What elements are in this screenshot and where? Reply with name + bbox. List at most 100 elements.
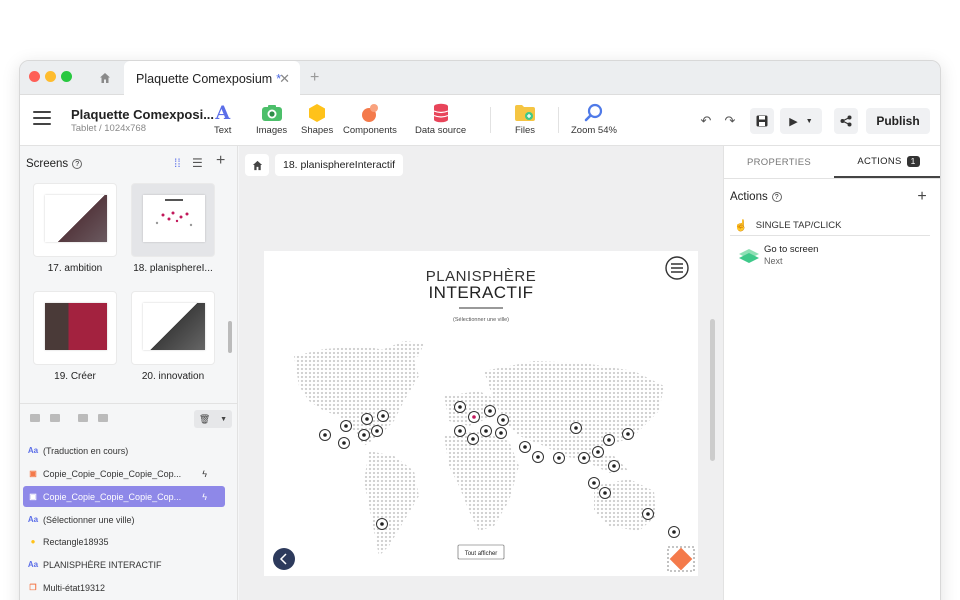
share-button[interactable] — [834, 108, 858, 134]
action-trigger[interactable]: ☝ SINGLE TAP/CLICK — [730, 216, 930, 236]
action-item[interactable]: Go to screen Next — [736, 242, 926, 272]
city-marker-dot — [344, 424, 348, 428]
city-marker-dot — [557, 456, 561, 460]
chevron-down-icon[interactable]: ▼ — [806, 118, 813, 125]
help-icon[interactable]: ? — [72, 159, 83, 169]
shapes-tool-button[interactable]: Shapes — [301, 103, 333, 136]
layer-item-selected[interactable]: ▣ Copie_Copie_Copie_Copie_Cop... ϟ — [23, 486, 225, 507]
tab-properties[interactable]: PROPERTIES — [724, 146, 834, 178]
minimize-window-button[interactable] — [45, 71, 56, 82]
text-layer-icon: Aa — [27, 446, 39, 455]
home-icon — [100, 73, 110, 83]
zoom-control[interactable]: Zoom 54% — [571, 103, 617, 136]
layers-toolbar: 🗑 ▼ — [20, 403, 238, 431]
data-source-tool-button[interactable]: Data source — [415, 103, 466, 136]
city-marker-dot — [501, 418, 505, 422]
app-window: Plaquette Comexposium * ✕ + Plaquette Co… — [19, 60, 941, 600]
undo-button[interactable]: ↶ — [696, 108, 716, 134]
files-tool-button[interactable]: Files — [514, 103, 536, 136]
screens-scrollbar[interactable] — [228, 321, 232, 353]
folder-icon — [514, 103, 536, 123]
home-tab[interactable] — [88, 61, 122, 95]
text-icon: A — [215, 102, 231, 124]
save-icon — [756, 115, 768, 127]
lightning-icon: ϟ — [202, 468, 207, 479]
canvas-scrollbar[interactable] — [710, 319, 715, 461]
trash-icon: 🗑 — [198, 413, 211, 424]
city-marker-dot — [380, 522, 384, 526]
screen-thumbnail[interactable]: 20. innovation — [131, 291, 215, 382]
components-icon — [359, 103, 381, 123]
send-backward-icon[interactable] — [78, 414, 88, 422]
save-button[interactable] — [750, 108, 774, 134]
bring-forward-icon[interactable] — [50, 414, 60, 422]
breadcrumb-home-button[interactable] — [245, 154, 269, 176]
australia-shape — [594, 479, 656, 531]
city-marker-dot — [458, 405, 462, 409]
zoom-icon — [584, 103, 604, 123]
layer-item[interactable]: ▣ Copie_Copie_Copie_Copie_Cop... ϟ — [23, 463, 225, 484]
components-tool-button[interactable]: Components — [343, 103, 397, 136]
city-marker-dot — [488, 409, 492, 413]
selected-element-icon[interactable] — [669, 547, 693, 571]
city-marker-dot — [362, 433, 366, 437]
images-icon — [261, 103, 283, 123]
list-view-icon[interactable]: ☰ — [192, 156, 203, 170]
left-panel: Screens? ⁞⁞ ☰ + 17. ambition 18. planisp… — [20, 146, 238, 600]
close-tab-icon[interactable]: ✕ — [279, 71, 290, 87]
new-tab-button[interactable]: + — [310, 69, 319, 87]
image-layer-icon: ▣ — [29, 469, 37, 478]
close-window-button[interactable] — [29, 71, 40, 82]
play-icon: ▶ — [789, 115, 798, 128]
layer-item[interactable]: ● Rectangle18935 — [23, 531, 225, 552]
layer-item[interactable]: ❐ Multi-état19312 — [23, 577, 225, 598]
text-layer-icon: Aa — [27, 515, 39, 524]
city-marker-dot — [596, 450, 600, 454]
add-screen-button[interactable]: + — [216, 152, 225, 170]
help-icon[interactable]: ? — [771, 192, 782, 202]
artboard[interactable]: PLANISPHÈRE INTERACTIF (Sélectionner une… — [264, 251, 698, 576]
document-tab-title: Plaquette Comexposium — [136, 71, 273, 86]
back-button[interactable] — [273, 548, 295, 570]
add-action-button[interactable]: + — [912, 187, 932, 207]
image-layer-icon: ▣ — [29, 492, 37, 501]
city-marker-dot — [603, 491, 607, 495]
breadcrumb[interactable]: 18. planisphereInteractif — [275, 154, 404, 176]
city-marker-dot — [607, 438, 611, 442]
database-icon — [433, 103, 449, 123]
project-name[interactable]: Plaquette Comexposi... — [71, 107, 214, 122]
screen-thumbnail[interactable]: 19. Créer — [33, 291, 117, 382]
city-marker-dot — [323, 433, 327, 437]
canvas-area: 18. planisphereInteractif PLANISPHÈRE IN… — [239, 146, 723, 600]
city-marker-dot — [499, 431, 503, 435]
publish-button[interactable]: Publish — [866, 108, 930, 134]
grid-view-icon[interactable]: ⁞⁞ — [174, 156, 181, 170]
text-tool-button[interactable]: A Text — [214, 102, 231, 136]
project-device: Tablet / 1024x768 — [71, 123, 147, 134]
screen-thumbnail[interactable]: 17. ambition — [33, 183, 117, 274]
layer-item[interactable]: Aa (Sélectionner une ville) — [23, 509, 225, 530]
hamburger-menu-button[interactable] — [33, 111, 51, 125]
south-america-shape — [364, 451, 419, 556]
redo-button[interactable]: ↷ — [720, 108, 740, 134]
text-layer-icon: Aa — [27, 560, 39, 569]
document-tab[interactable]: Plaquette Comexposium * ✕ — [124, 61, 300, 96]
images-tool-button[interactable]: Images — [256, 103, 287, 136]
indonesia-shape — [584, 451, 629, 473]
maximize-window-button[interactable] — [61, 71, 72, 82]
multistate-layer-icon: ❐ — [29, 583, 37, 592]
city-marker-dot — [472, 415, 476, 419]
screens-header: Screens? — [26, 158, 83, 170]
delete-layer-button[interactable]: 🗑 ▼ — [194, 410, 232, 428]
layer-item[interactable]: Aa PLANISPHÈRE INTERACTIF — [23, 554, 225, 575]
city-marker-dot — [365, 417, 369, 421]
layer-item[interactable]: Aa (Traduction en cours) — [23, 440, 225, 461]
preview-button[interactable]: ▶ ▼ — [780, 108, 822, 134]
world-map: PLANISPHÈRE INTERACTIF (Sélectionner une… — [273, 256, 695, 572]
lightning-icon: ϟ — [202, 491, 207, 502]
city-marker-dot — [375, 429, 379, 433]
bring-front-icon[interactable] — [30, 414, 40, 422]
send-back-icon[interactable] — [98, 414, 108, 422]
tab-actions[interactable]: ACTIONS 1 — [834, 146, 940, 178]
screen-thumbnail-selected[interactable]: 18. planisphereI... — [131, 183, 215, 274]
